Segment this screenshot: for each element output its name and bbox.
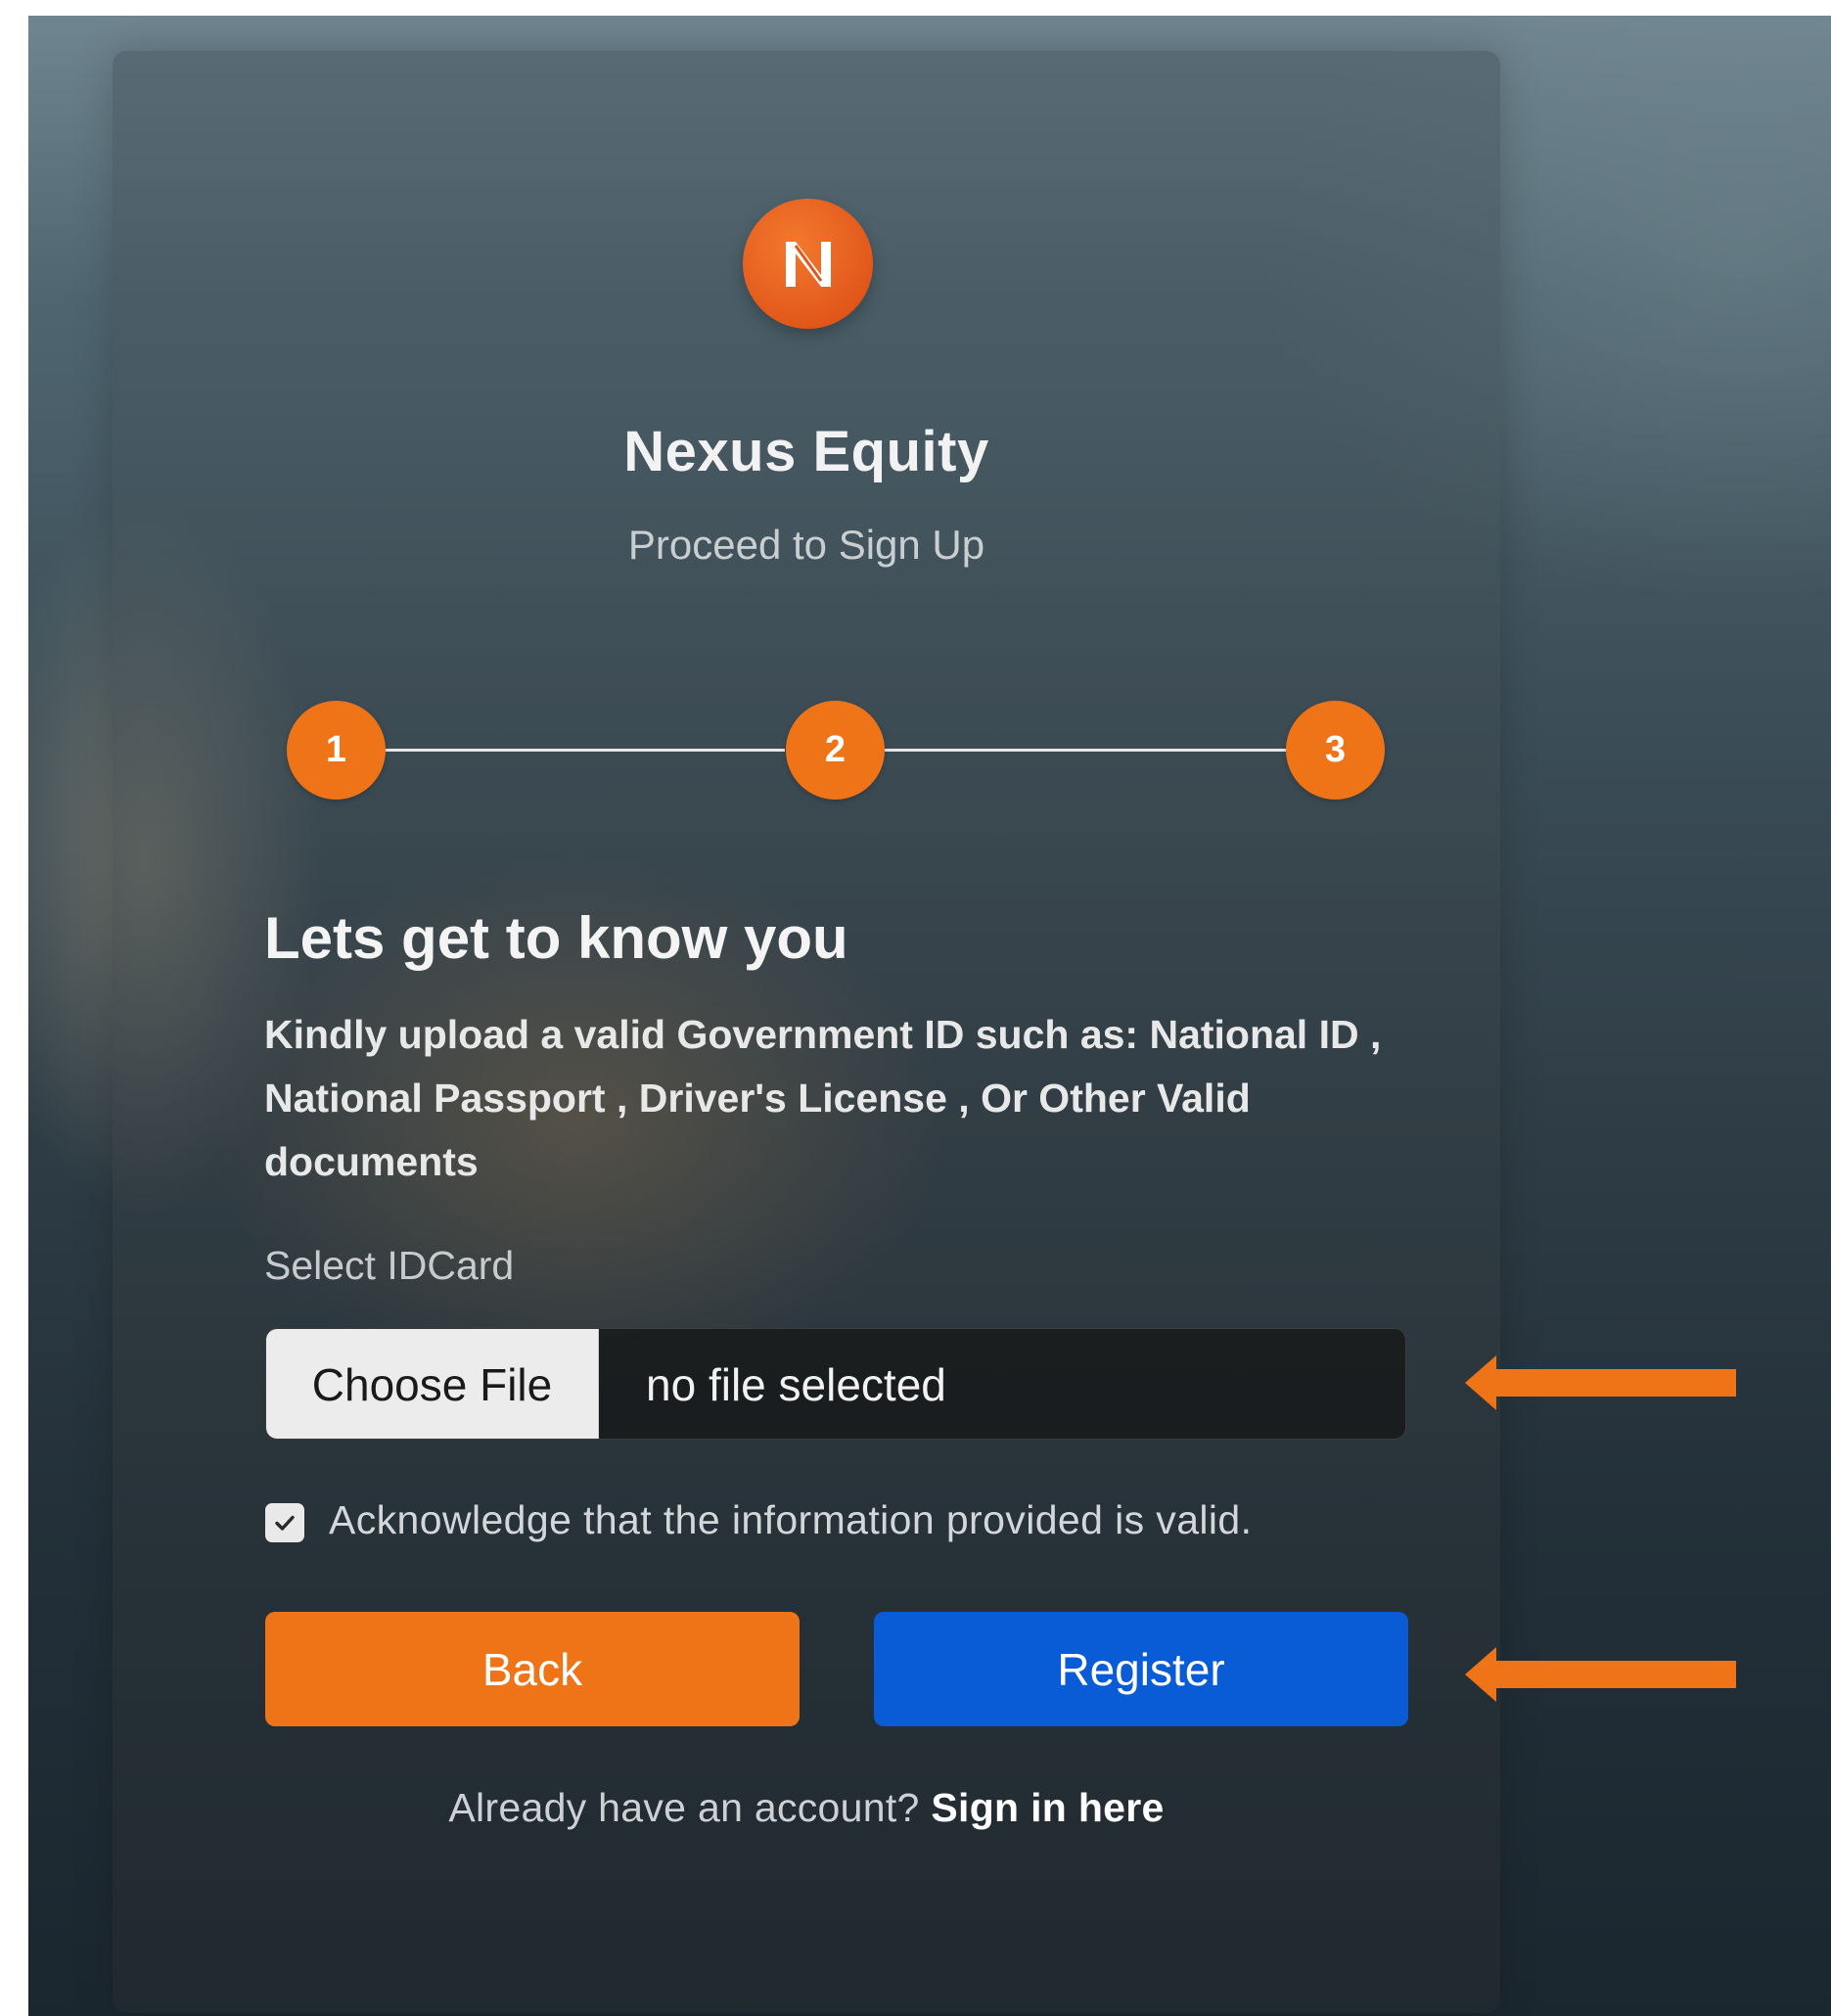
step-3[interactable]: 3 <box>1286 701 1385 800</box>
stepper-connector-1-2 <box>383 749 785 752</box>
register-button[interactable]: Register <box>874 1612 1408 1726</box>
acknowledge-checkbox[interactable] <box>265 1503 304 1542</box>
choose-file-button[interactable]: Choose File <box>266 1329 599 1439</box>
signin-row: Already have an account? Sign in here <box>113 1785 1500 1831</box>
file-status-text: no file selected <box>646 1359 946 1410</box>
brand-name: Nexus Equity <box>623 420 989 483</box>
step-2[interactable]: 2 <box>786 701 885 800</box>
acknowledge-label[interactable]: Acknowledge that the information provide… <box>329 1497 1252 1543</box>
checkmark-icon <box>275 1515 295 1531</box>
page-subtitle: Proceed to Sign Up <box>627 522 985 568</box>
upload-instructions: Kindly upload a valid Government ID such… <box>264 1012 1382 1184</box>
stepper-connector-2-3 <box>885 749 1287 752</box>
arrow-left-icon <box>1465 1355 1736 1410</box>
id-card-label: Select IDCard <box>264 1243 515 1288</box>
screenshot-stage: Nexus Equity Proceed to Sign Up 1 2 3 Le… <box>0 0 1831 2016</box>
back-button[interactable]: Back <box>265 1612 800 1726</box>
arrow-left-icon <box>1465 1647 1736 1702</box>
id-card-file-input[interactable]: Choose File no file selected <box>265 1328 1406 1440</box>
step-1[interactable]: 1 <box>287 701 386 800</box>
signin-prompt: Already have an account? <box>448 1785 920 1830</box>
n-logo-icon <box>785 241 831 287</box>
brand-logo <box>743 199 873 329</box>
form-heading: Lets get to know you <box>264 905 848 971</box>
signin-link[interactable]: Sign in here <box>931 1785 1164 1830</box>
